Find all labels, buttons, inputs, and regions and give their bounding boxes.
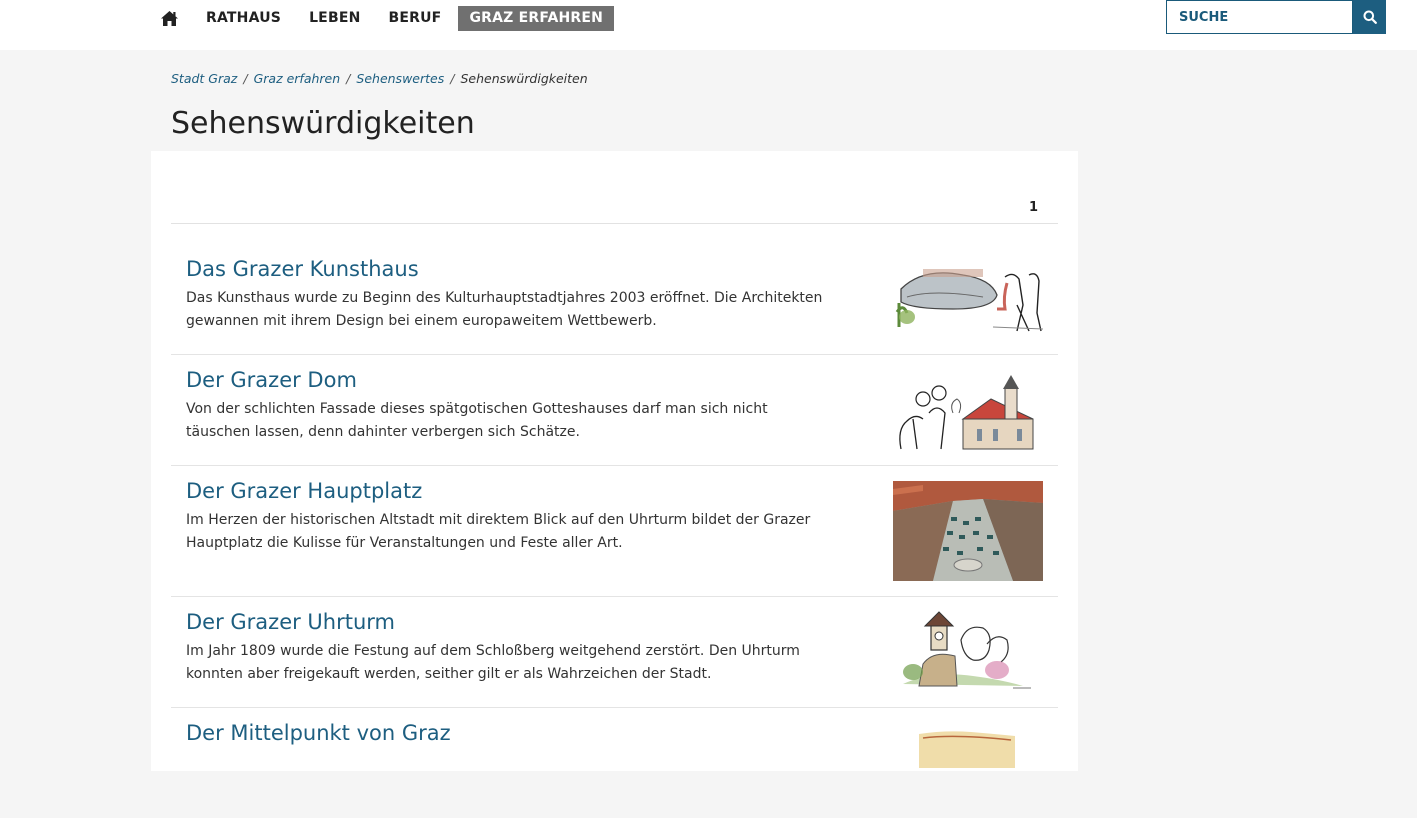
search-form bbox=[1166, 0, 1386, 34]
item-description: Im Jahr 1809 wurde die Festung auf dem S… bbox=[186, 643, 800, 682]
nav-beruf[interactable]: BERUF bbox=[389, 6, 442, 31]
pager-current-page[interactable]: 1 bbox=[1029, 200, 1038, 215]
nav-graz-erfahren[interactable]: GRAZ ERFAHREN bbox=[458, 6, 615, 31]
breadcrumb-current: Sehenswürdigkeiten bbox=[460, 71, 588, 86]
item-title[interactable]: Der Grazer Uhrturm bbox=[186, 610, 395, 634]
breadcrumb-link-stadt-graz[interactable]: Stadt Graz bbox=[171, 71, 237, 86]
breadcrumb-separator: / bbox=[243, 71, 248, 86]
pagination: 1 bbox=[171, 151, 1058, 224]
search-input[interactable] bbox=[1166, 0, 1353, 34]
breadcrumb: Stadt Graz / Graz erfahren / Sehenswerte… bbox=[171, 71, 588, 86]
list-item: Der Grazer Dom Von der schlichten Fassad… bbox=[171, 355, 1058, 466]
search-icon bbox=[1363, 10, 1377, 24]
top-navigation-bar: RATHAUS LEBEN BERUF GRAZ ERFAHREN bbox=[0, 0, 1417, 50]
list-item: Der Mittelpunkt von Graz bbox=[171, 708, 1058, 818]
nav-leben[interactable]: LEBEN bbox=[309, 6, 360, 31]
item-title[interactable]: Der Grazer Hauptplatz bbox=[186, 479, 422, 503]
main-nav: RATHAUS LEBEN BERUF GRAZ ERFAHREN bbox=[160, 6, 615, 31]
item-description: Im Herzen der historischen Altstadt mit … bbox=[186, 512, 811, 551]
mittelpunkt-sketch-image[interactable] bbox=[915, 728, 1021, 768]
dom-sketch-image[interactable] bbox=[893, 373, 1043, 451]
nav-rathaus[interactable]: RATHAUS bbox=[206, 6, 281, 31]
kunsthaus-sketch-image[interactable] bbox=[893, 257, 1045, 339]
content-panel: 1 Das Grazer Kunsthaus Das Kunsthaus wur… bbox=[151, 151, 1078, 771]
list-item: Der Grazer Uhrturm Im Jahr 1809 wurde di… bbox=[171, 597, 1058, 708]
breadcrumb-separator: / bbox=[346, 71, 351, 86]
item-title[interactable]: Der Mittelpunkt von Graz bbox=[186, 721, 451, 745]
item-description: Von der schlichten Fassade dieses spätgo… bbox=[186, 401, 768, 440]
item-description: Das Kunsthaus wurde zu Beginn des Kultur… bbox=[186, 290, 823, 329]
list-item: Der Grazer Hauptplatz Im Herzen der hist… bbox=[171, 466, 1058, 597]
breadcrumb-link-graz-erfahren[interactable]: Graz erfahren bbox=[254, 71, 341, 86]
home-icon[interactable] bbox=[160, 10, 180, 28]
item-title[interactable]: Der Grazer Dom bbox=[186, 368, 357, 392]
search-button[interactable] bbox=[1353, 0, 1386, 34]
hauptplatz-photo-image[interactable] bbox=[893, 481, 1043, 581]
uhrturm-sketch-image[interactable] bbox=[893, 610, 1043, 694]
page-title: Sehenswürdigkeiten bbox=[171, 106, 475, 141]
item-title[interactable]: Das Grazer Kunsthaus bbox=[186, 257, 419, 281]
breadcrumb-link-sehenswertes[interactable]: Sehenswertes bbox=[356, 71, 444, 86]
breadcrumb-separator: / bbox=[450, 71, 455, 86]
list-item: Das Grazer Kunsthaus Das Kunsthaus wurde… bbox=[171, 224, 1058, 355]
